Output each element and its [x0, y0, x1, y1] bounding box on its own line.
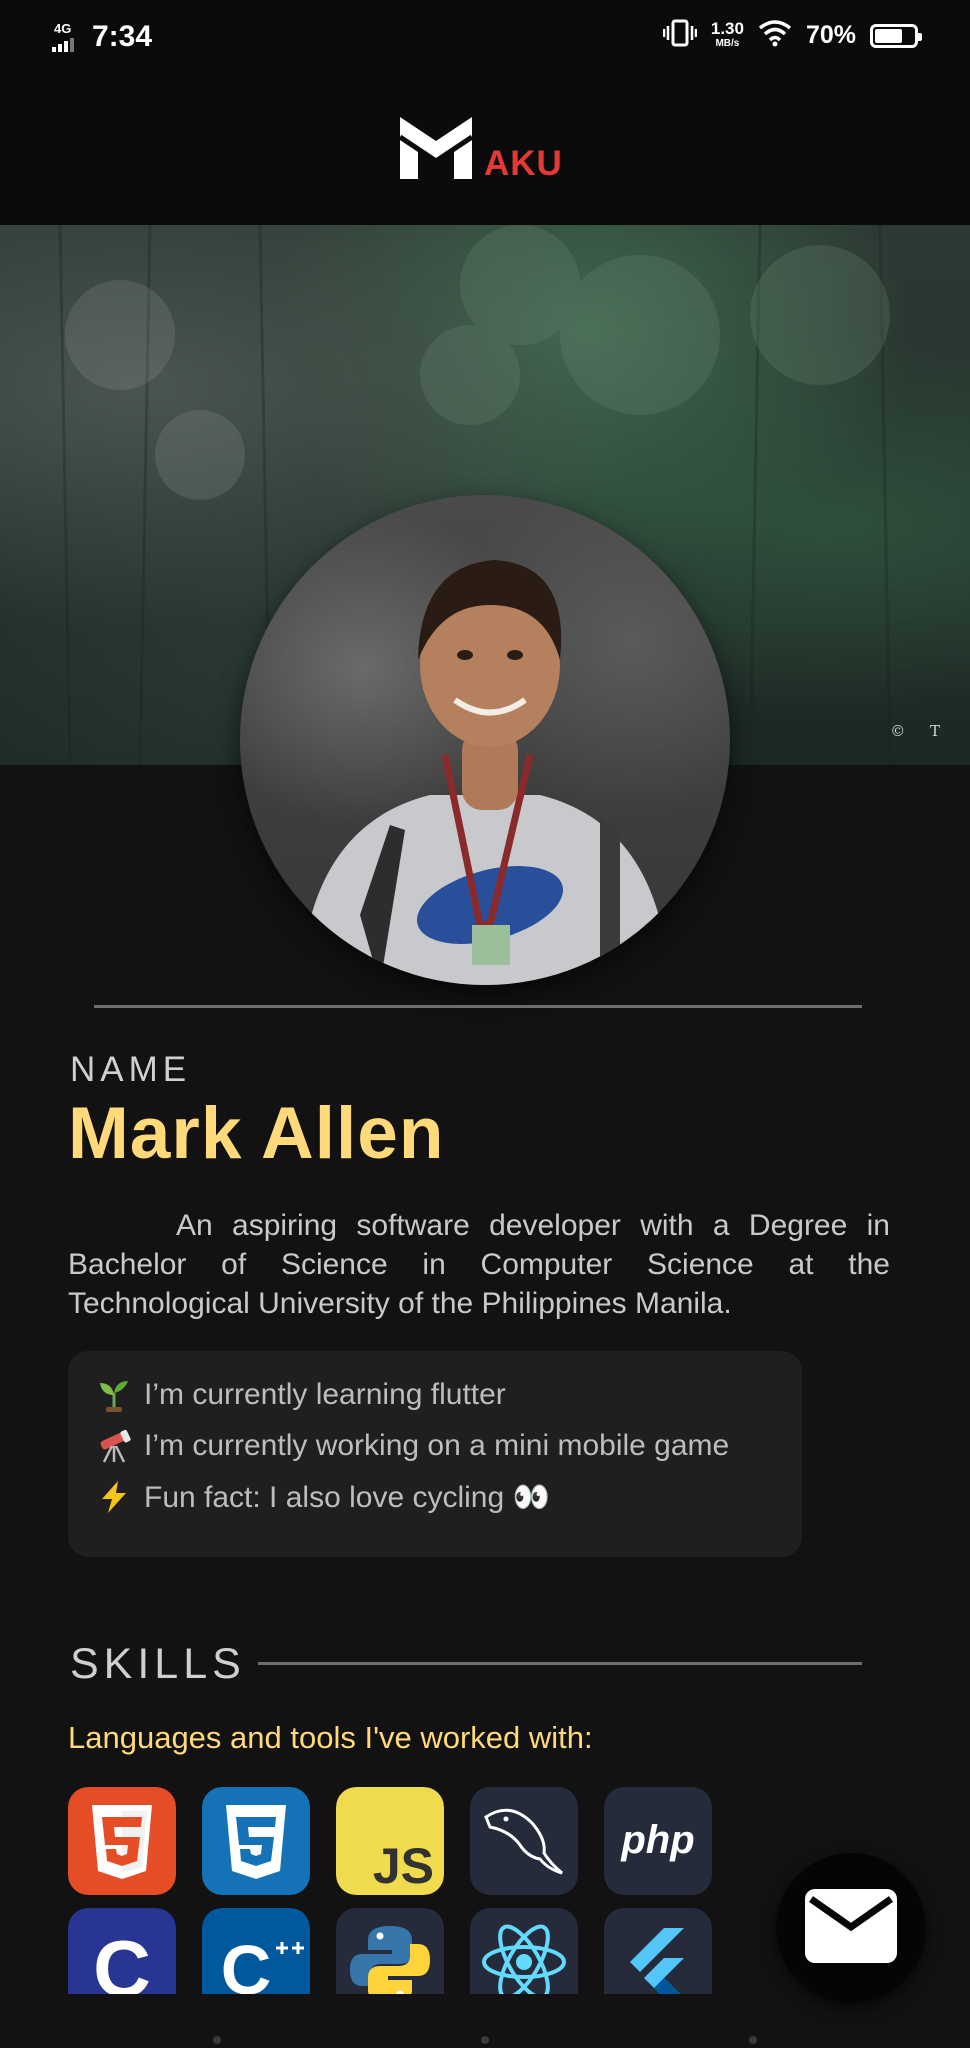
profile-name: Mark Allen: [68, 1093, 445, 1174]
nav-dot: [213, 2036, 221, 2044]
battery-percent: 70%: [805, 21, 856, 49]
c-icon: C: [68, 1908, 176, 1994]
contact-mail-button[interactable]: [776, 1853, 926, 2003]
battery-icon: [870, 23, 922, 48]
wifi-icon: [758, 19, 792, 52]
speed-value: 1.30: [710, 18, 744, 38]
fact-text: I’m currently learning flutter: [144, 1378, 506, 1411]
tool-css3[interactable]: [202, 1787, 310, 1895]
flutter-icon: [604, 1908, 712, 1994]
facts-card: I’m currently learning flutter I’m curre…: [68, 1351, 802, 1557]
tool-mysql[interactable]: [470, 1787, 578, 1895]
skills-title: SKILLS: [70, 1640, 246, 1688]
vibrate-icon: [662, 18, 698, 53]
logo-text: AKU: [484, 144, 563, 183]
app-bar: AKU: [0, 75, 970, 225]
c-label: C: [93, 1924, 151, 1994]
speed-unit: MB/s: [715, 37, 740, 49]
cpp-icon: C: [202, 1908, 310, 1994]
app-logo[interactable]: AKU: [398, 115, 563, 186]
nav-dot: [749, 2036, 757, 2044]
php-label: php: [620, 1818, 694, 1862]
fact-item-learning: I’m currently learning flutter: [96, 1377, 506, 1413]
tool-php[interactable]: php: [604, 1787, 712, 1895]
tool-python[interactable]: [336, 1908, 444, 1994]
tools-grid: JS php C C: [68, 1787, 808, 1994]
fact-item-funfact: Fun fact: I also love cycling 👀: [96, 1479, 550, 1515]
status-left: 4G 7:34: [52, 20, 152, 54]
css3-icon: [202, 1787, 310, 1895]
signal-icon: 4G: [52, 20, 80, 54]
profile-avatar: [240, 495, 730, 985]
mysql-icon: [470, 1787, 578, 1895]
nav-dot: [481, 2036, 489, 2044]
fact-text: I’m currently working on a mini mobile g…: [144, 1429, 730, 1462]
tool-react[interactable]: [470, 1908, 578, 1994]
avatar-photo: [300, 560, 670, 985]
name-label: NAME: [70, 1050, 192, 1089]
status-bar: 4G 7:34 1.30 MB/s 70%: [0, 0, 970, 75]
tool-html5[interactable]: [68, 1787, 176, 1895]
profile-divider: [94, 1005, 862, 1008]
tool-javascript[interactable]: JS: [336, 1787, 444, 1895]
lightning-icon: [96, 1479, 132, 1515]
html5-icon: [68, 1787, 176, 1895]
tool-c[interactable]: C: [68, 1908, 176, 1994]
php-icon: php: [604, 1787, 712, 1895]
tool-cpp[interactable]: C: [202, 1908, 310, 1994]
js-label: JS: [373, 1838, 434, 1894]
skills-subtitle: Languages and tools I've worked with:: [68, 1720, 593, 1755]
seedling-icon: [96, 1377, 132, 1413]
status-time: 7:34: [92, 20, 153, 53]
photo-credit: © T: [890, 722, 950, 740]
m-logo-icon: [398, 115, 474, 186]
battery-fill: [875, 28, 902, 43]
fact-item-working: I’m currently working on a mini mobile g…: [96, 1428, 729, 1464]
mail-icon: [805, 1888, 897, 1968]
tool-flutter[interactable]: [604, 1908, 712, 1994]
cpp-label: C: [221, 1931, 272, 1994]
fact-text: Fun fact: I also love cycling 👀: [144, 1480, 550, 1514]
status-right: 1.30 MB/s 70%: [662, 18, 922, 53]
python-icon: [336, 1908, 444, 1994]
javascript-icon: JS: [336, 1787, 444, 1895]
network-speed: 1.30 MB/s: [710, 18, 744, 51]
skills-divider: [258, 1662, 862, 1665]
profile-bio: An aspiring software developer with a De…: [68, 1209, 890, 1320]
telescope-icon: [96, 1428, 132, 1464]
network-type: 4G: [54, 21, 72, 36]
react-icon: [470, 1908, 578, 1994]
